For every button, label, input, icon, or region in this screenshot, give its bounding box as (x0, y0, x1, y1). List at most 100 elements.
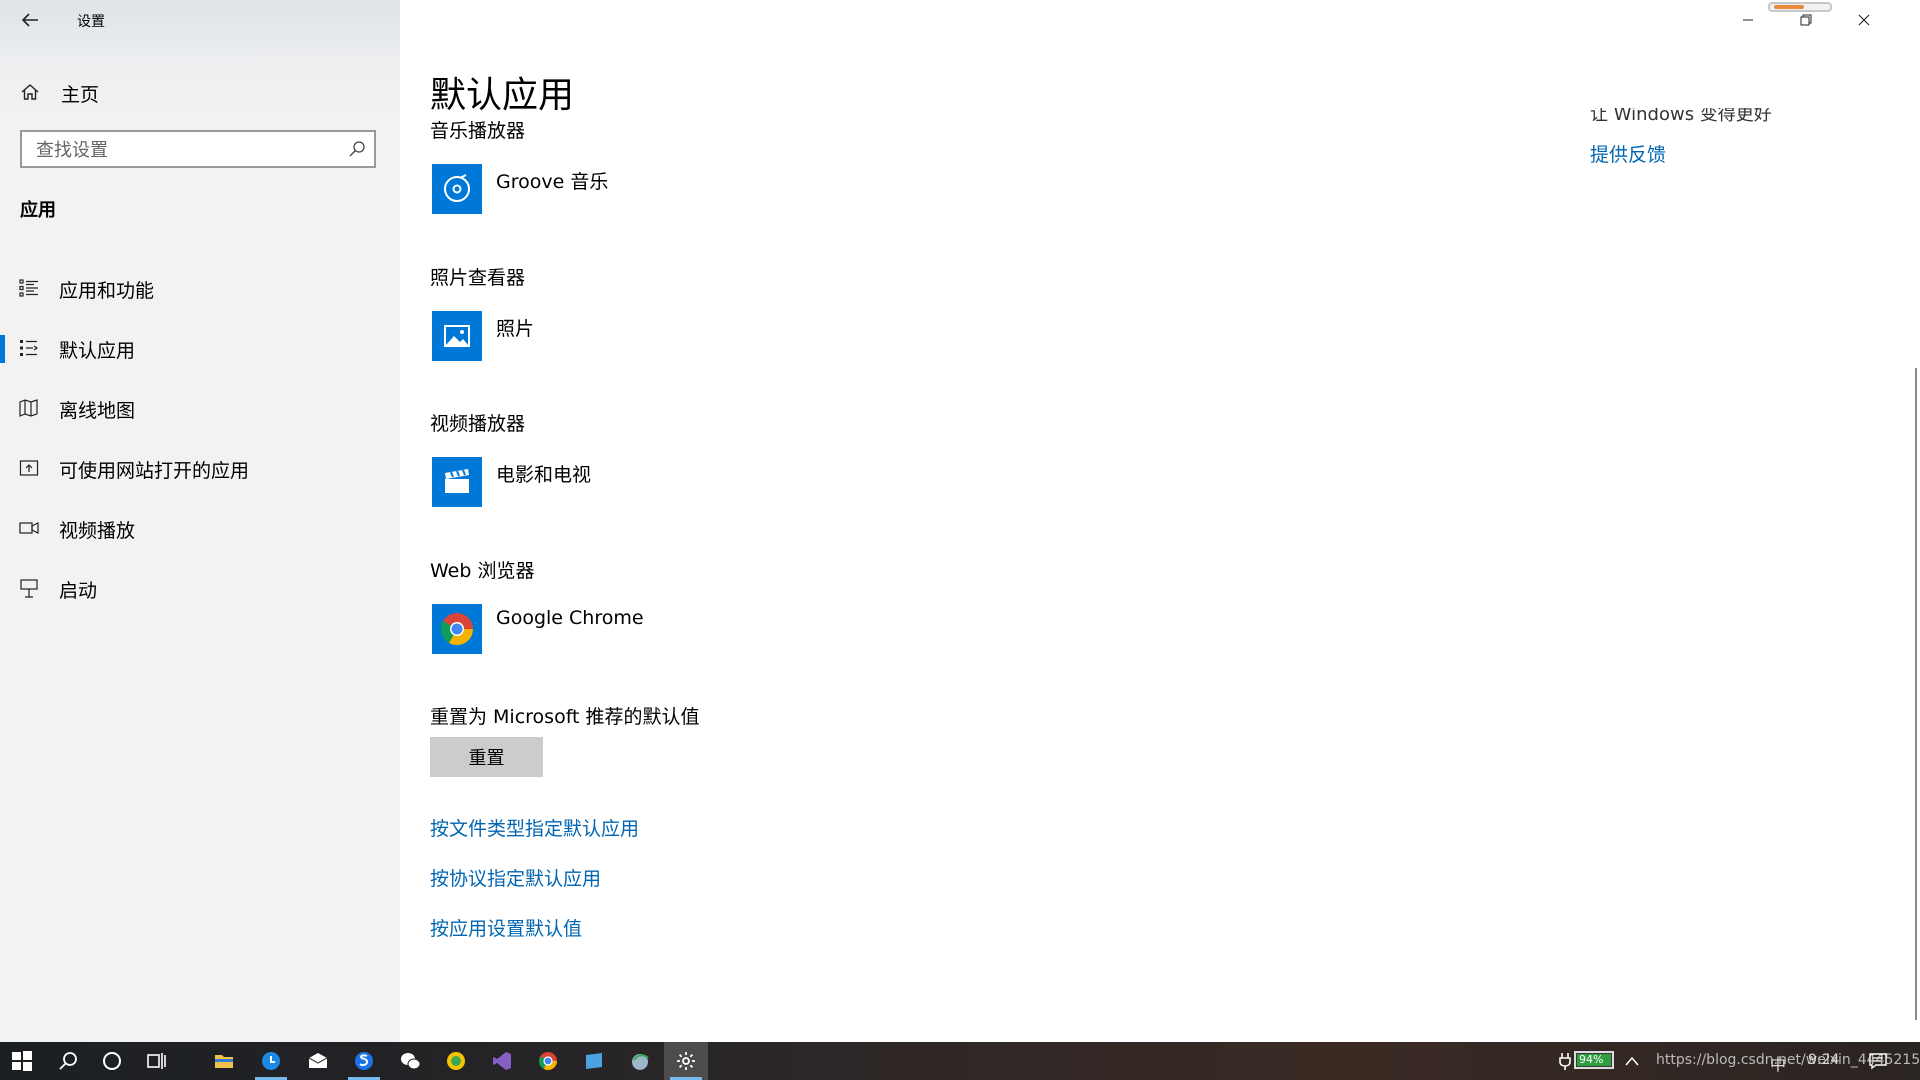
right-column: 让 Windows 变得更好 提供反馈 (1590, 108, 1772, 166)
video-icon (19, 522, 39, 534)
link-by-protocol[interactable]: 按协议指定默认应用 (430, 864, 601, 891)
folder-icon (215, 1055, 233, 1068)
sidebar-item-label: 应用和功能 (59, 280, 155, 302)
cortana-button[interactable] (90, 1042, 134, 1080)
green-app-icon (447, 1052, 465, 1070)
home-icon (21, 84, 39, 100)
map-icon (19, 399, 38, 417)
improve-windows-heading: 让 Windows 变得更好 (1590, 108, 1772, 122)
startup-icon (20, 579, 38, 598)
task-view-icon (147, 1053, 166, 1069)
visual-studio-icon (493, 1052, 511, 1070)
music-app-name: Groove 音乐 (496, 171, 609, 193)
default-apps-icon (20, 340, 39, 356)
page-title: 默认应用 (430, 75, 575, 116)
chevron-up-icon[interactable] (1624, 1054, 1640, 1068)
input-method-indicator[interactable]: 中 (1770, 1051, 1786, 1075)
wechat-icon (401, 1053, 421, 1070)
battery-indicator[interactable]: 94% (1574, 1051, 1614, 1069)
sidebar-item-apps-features[interactable]: 应用和功能 (0, 258, 400, 318)
search-icon (59, 1052, 77, 1070)
taskbar-sogou[interactable] (342, 1042, 386, 1080)
taskbar-clock-app[interactable] (249, 1042, 293, 1080)
browser-app-tile[interactable] (432, 604, 482, 654)
taskbar-visual-studio[interactable] (480, 1042, 524, 1080)
movies-tv-icon (445, 469, 469, 493)
sidebar-nav: 应用和功能 默认应用 离线地图 可使用网站打开的应用 视频播放 启动 (0, 258, 400, 618)
web-browser-label: Web 浏览器 (430, 560, 535, 582)
taskbar-chrome[interactable] (526, 1042, 570, 1080)
sidebar-item-label: 启动 (59, 580, 98, 602)
music-player-label: 音乐播放器 (430, 120, 526, 142)
taskbar-app-green[interactable] (434, 1042, 478, 1080)
open-website-icon (19, 460, 39, 476)
video-player-label: 视频播放器 (430, 413, 526, 435)
sidebar-item-video-playback[interactable]: 视频播放 (0, 498, 400, 558)
section-header: 应用 (20, 200, 56, 221)
link-by-app[interactable]: 按应用设置默认值 (430, 914, 582, 941)
battery-percent: 94% (1579, 1053, 1604, 1066)
sogou-icon (355, 1052, 373, 1070)
taskbar-wechat[interactable] (388, 1042, 432, 1080)
minimize-icon (1743, 19, 1753, 21)
sidebar-item-label: 可使用网站打开的应用 (59, 460, 250, 482)
clock[interactable]: 9:24 (1808, 1052, 1839, 1068)
app-title: 设置 (77, 14, 105, 30)
taskbar-app-bird[interactable] (618, 1042, 662, 1080)
chrome-icon (440, 613, 474, 646)
close-button[interactable] (1836, 0, 1892, 40)
clock-app-icon (262, 1052, 280, 1070)
scrollbar[interactable] (1915, 368, 1917, 1020)
window-controls (1720, 0, 1920, 40)
sidebar-item-apps-for-websites[interactable]: 可使用网站打开的应用 (0, 438, 400, 498)
back-button[interactable] (18, 8, 42, 32)
sidebar-item-default-apps[interactable]: 默认应用 (0, 318, 400, 378)
titlebar-left: 设置 (0, 0, 400, 40)
search-icon[interactable] (348, 140, 366, 158)
link-by-file-type[interactable]: 按文件类型指定默认应用 (430, 814, 639, 841)
taskbar-app-blue[interactable] (572, 1042, 616, 1080)
cortana-icon (103, 1052, 121, 1070)
start-button[interactable] (0, 1042, 44, 1080)
notepad-icon (586, 1053, 602, 1069)
taskbar-file-explorer[interactable] (202, 1042, 246, 1080)
close-icon (1858, 14, 1870, 26)
photos-icon (444, 325, 470, 347)
task-view-button[interactable] (134, 1042, 178, 1080)
taskbar-mail[interactable] (296, 1042, 340, 1080)
gear-icon (677, 1052, 695, 1070)
reset-button[interactable]: 重置 (430, 737, 543, 777)
search-box[interactable] (20, 130, 376, 168)
windows-logo-icon (12, 1051, 32, 1071)
sidebar-item-label: 默认应用 (59, 340, 136, 362)
mail-icon (308, 1053, 328, 1068)
sidebar-item-startup[interactable]: 启动 (0, 558, 400, 618)
minimize-button[interactable] (1720, 0, 1776, 40)
photo-viewer-label: 照片查看器 (430, 267, 526, 289)
sidebar: 设置 主页 应用 应用和功能 (0, 0, 400, 1042)
groove-music-icon (444, 174, 470, 202)
restore-icon (1800, 14, 1812, 26)
main-content: 默认应用 音乐播放器 Groove 音乐 照片查看器 照片 视频播放器 电影和电… (400, 0, 1920, 1042)
restore-button[interactable] (1778, 0, 1834, 40)
browser-app-name: Google Chrome (496, 607, 644, 629)
taskbar: 94% https://blog.csdn.net/weixin_4445215… (0, 1042, 1920, 1080)
chrome-icon (538, 1052, 557, 1071)
home-nav-item[interactable]: 主页 (0, 74, 400, 110)
sidebar-item-label: 视频播放 (59, 520, 136, 542)
feedback-link[interactable]: 提供反馈 (1590, 140, 1666, 167)
notification-icon[interactable] (1868, 1052, 1888, 1070)
photo-app-name: 照片 (496, 318, 535, 340)
power-plug-icon[interactable] (1558, 1052, 1572, 1070)
back-arrow-icon (21, 13, 38, 27)
home-label: 主页 (61, 84, 100, 106)
sidebar-item-label: 离线地图 (59, 400, 136, 422)
music-app-tile[interactable] (432, 164, 482, 214)
search-input[interactable] (34, 138, 338, 162)
video-app-name: 电影和电视 (496, 464, 592, 486)
sidebar-item-offline-maps[interactable]: 离线地图 (0, 378, 400, 438)
photo-app-tile[interactable] (432, 311, 482, 361)
video-app-tile[interactable] (432, 457, 482, 507)
taskbar-settings[interactable] (664, 1042, 708, 1080)
taskbar-search-button[interactable] (46, 1042, 90, 1080)
